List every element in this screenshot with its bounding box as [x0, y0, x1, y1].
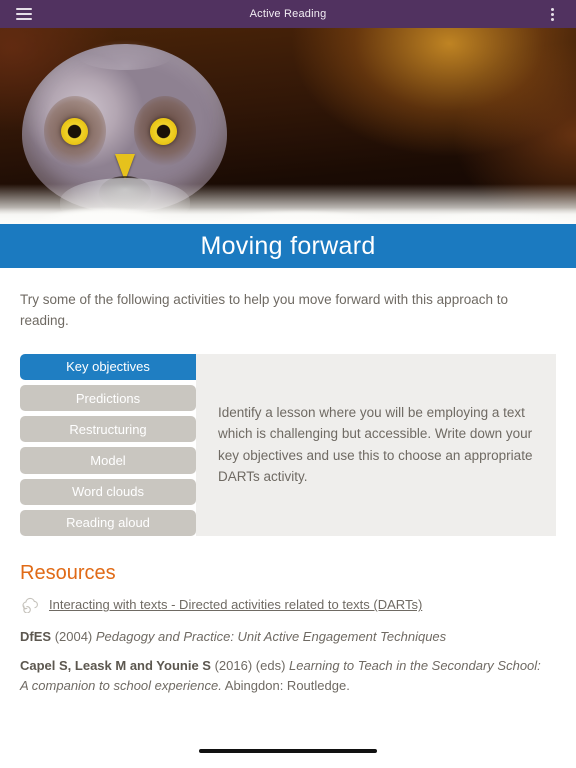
app-title: Active Reading: [249, 8, 327, 20]
hamburger-icon[interactable]: [16, 8, 32, 20]
reference-authors: Capel S, Leask M and Younie S: [20, 657, 211, 673]
activity-panel-text: Identify a lesson where you will be empl…: [218, 404, 533, 485]
activity-tab-list: Key objectives Predictions Restructuring…: [20, 353, 196, 536]
resource-link-label: Interacting with texts - Directed activi…: [49, 597, 423, 613]
activity-tabs-section: Key objectives Predictions Restructuring…: [20, 353, 556, 536]
tab-key-objectives[interactable]: Key objectives: [20, 353, 196, 381]
tab-predictions[interactable]: Predictions: [20, 385, 196, 412]
tab-reading-aloud[interactable]: Reading aloud: [20, 509, 196, 536]
page-title-band: Moving forward: [0, 224, 576, 268]
activity-panel: Identify a lesson where you will be empl…: [196, 353, 556, 536]
reference-item-1: DfES (2004) Pedagogy and Practice: Unit …: [20, 627, 550, 647]
tab-restructuring[interactable]: Restructuring: [20, 416, 196, 443]
resource-link-darts[interactable]: Interacting with texts - Directed activi…: [20, 597, 556, 614]
system-nav-bar: [0, 734, 576, 768]
intro-text: Try some of the following activities to …: [20, 292, 508, 328]
page-content: Try some of the following activities to …: [0, 268, 576, 734]
menu-button[interactable]: [0, 8, 48, 20]
reference-item-2: Capel S, Leask M and Younie S (2016) (ed…: [20, 656, 550, 696]
reference-authors: DfES: [20, 628, 52, 644]
reference-year: (2016) (eds): [214, 657, 286, 673]
owl-eye-right: [150, 118, 177, 145]
resources-heading: Resources: [20, 561, 116, 584]
hero-image: [0, 28, 576, 224]
owl-tuft: [76, 40, 173, 70]
reference-tail: Abingdon: Routledge.: [221, 678, 350, 694]
owl-eye-left: [61, 118, 88, 145]
home-indicator[interactable]: [199, 749, 377, 753]
app-bar: Active Reading: [0, 0, 576, 28]
overflow-menu-button[interactable]: [528, 7, 576, 21]
reference-year: (2004): [54, 628, 93, 644]
page-title: Moving forward: [200, 231, 376, 260]
tab-word-clouds[interactable]: Word clouds: [20, 478, 196, 505]
tab-model[interactable]: Model: [20, 447, 196, 474]
reference-title: Pedagogy and Practice: Unit Active Engag…: [95, 628, 447, 644]
app-screen: Active Reading Moving forward Try some o: [0, 0, 576, 768]
cloud-download-icon: [20, 597, 40, 614]
resources-section: Resources Interacting with texts - Direc…: [20, 562, 556, 696]
hero-snow-foreground: [0, 208, 576, 224]
kebab-icon[interactable]: [550, 7, 554, 21]
